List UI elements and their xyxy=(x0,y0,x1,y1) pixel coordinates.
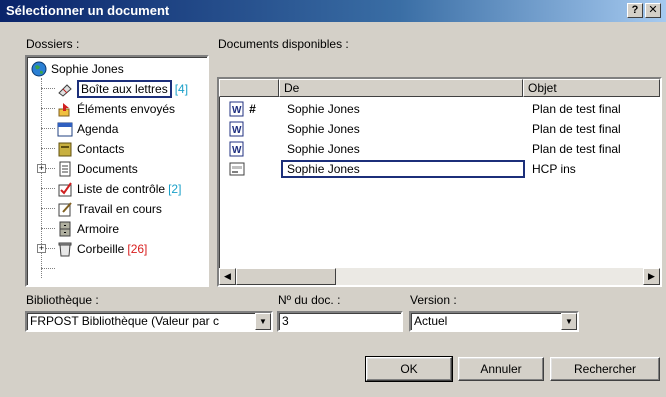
version-select[interactable]: Actuel ▼ xyxy=(409,311,579,332)
column-icon-header[interactable] xyxy=(219,79,279,97)
expand-armoire-toggle[interactable]: + xyxy=(37,244,46,253)
unread-count: [4] xyxy=(174,82,189,96)
contacts-icon xyxy=(57,141,73,157)
scroll-right-button[interactable]: ▶ xyxy=(643,268,660,285)
item-count: [2] xyxy=(168,182,182,196)
svg-text:W: W xyxy=(232,125,242,136)
documents-label: Documents disponibles : xyxy=(218,37,349,51)
document-subject: Plan de test final xyxy=(532,142,621,156)
mailbox-icon xyxy=(57,81,73,97)
library-label: Bibliothèque : xyxy=(26,293,99,307)
tree-item-documents[interactable]: Documents xyxy=(57,159,138,179)
document-row[interactable]: W Sophie Jones Plan de test final xyxy=(219,139,660,159)
docnum-value: 3 xyxy=(282,314,289,328)
tree-item-label: Liste de contrôle xyxy=(77,182,166,196)
document-from: Sophie Jones xyxy=(287,122,360,136)
chevron-down-icon[interactable]: ▼ xyxy=(255,313,271,330)
documents-list[interactable]: De Objet W # Sophie Jones Plan de test f… xyxy=(217,77,662,287)
docnum-label: Nº du doc. : xyxy=(278,293,341,307)
globe-icon xyxy=(31,61,47,77)
tree-item-label: Boîte aux lettres xyxy=(77,80,172,98)
column-subject-header[interactable]: Objet xyxy=(523,79,660,97)
form-document-icon xyxy=(229,162,245,176)
word-document-icon: W xyxy=(229,141,244,157)
scroll-thumb[interactable] xyxy=(236,268,336,285)
ok-button[interactable]: OK xyxy=(365,356,453,382)
tree-item-label: Documents xyxy=(77,162,138,176)
document-subject: Plan de test final xyxy=(532,122,621,136)
library-select[interactable]: FRPOST Bibliothèque (Valeur par c ▼ xyxy=(25,311,273,332)
document-row[interactable]: Sophie Jones HCP ins xyxy=(219,159,660,179)
document-from: Sophie Jones xyxy=(287,162,360,176)
calendar-icon xyxy=(57,121,73,137)
tree-item-cabinet[interactable]: Armoire xyxy=(57,219,119,239)
document-row[interactable]: W # Sophie Jones Plan de test final xyxy=(219,99,660,119)
cancel-button[interactable]: Annuler xyxy=(458,357,544,381)
trash-icon xyxy=(57,241,73,257)
work-in-progress-icon xyxy=(57,201,73,217)
help-button[interactable]: ? xyxy=(627,3,643,18)
scroll-left-button[interactable]: ◀ xyxy=(219,268,236,285)
document-from: Sophie Jones xyxy=(287,102,360,116)
title-bar: Sélectionner un document ? ✕ xyxy=(0,0,666,22)
documents-icon xyxy=(57,161,73,177)
tree-item-sent-items[interactable]: Éléments envoyés xyxy=(57,99,175,119)
tree-item-label: Corbeille xyxy=(77,242,125,256)
document-subject: HCP ins xyxy=(532,162,576,176)
expand-documents-toggle[interactable]: + xyxy=(37,164,46,173)
word-document-icon: W xyxy=(229,121,244,137)
docnum-input[interactable]: 3 xyxy=(277,311,403,332)
folders-label: Dossiers : xyxy=(26,37,80,51)
library-value: FRPOST Bibliothèque (Valeur par c xyxy=(30,314,219,328)
document-from: Sophie Jones xyxy=(287,142,360,156)
window-title: Sélectionner un document xyxy=(6,3,170,18)
chevron-down-icon[interactable]: ▼ xyxy=(561,313,577,330)
tree-item-work-in-progress[interactable]: Travail en cours xyxy=(57,199,162,219)
tree-item-contacts[interactable]: Contacts xyxy=(57,139,124,159)
svg-text:W: W xyxy=(232,145,242,156)
tree-item-checklist[interactable]: Liste de contrôle [2] xyxy=(57,179,181,199)
version-value: Actuel xyxy=(414,314,448,328)
version-label: Version : xyxy=(410,293,457,307)
word-document-icon: W xyxy=(229,101,244,117)
horizontal-scrollbar[interactable]: ◀ ▶ xyxy=(219,268,660,285)
document-row[interactable]: W Sophie Jones Plan de test final xyxy=(219,119,660,139)
tree-item-trash[interactable]: Corbeille [26] xyxy=(57,239,147,259)
folder-tree[interactable]: + + Sophie Jones Boîte aux lettres [4] É… xyxy=(25,55,209,287)
draft-marker: # xyxy=(249,102,256,116)
tree-item-sophie-jones[interactable]: Sophie Jones xyxy=(31,59,124,79)
tree-item-label: Sophie Jones xyxy=(51,62,124,76)
item-count: [26] xyxy=(127,242,148,256)
cabinet-icon xyxy=(57,221,73,237)
tree-item-label: Travail en cours xyxy=(77,202,162,216)
tree-item-calendar[interactable]: Agenda xyxy=(57,119,118,139)
close-button[interactable]: ✕ xyxy=(645,3,661,18)
search-button[interactable]: Rechercher xyxy=(550,357,660,381)
tree-item-mailbox[interactable]: Boîte aux lettres [4] xyxy=(57,79,188,99)
checklist-icon xyxy=(57,181,73,197)
document-subject: Plan de test final xyxy=(532,102,621,116)
tree-item-label: Agenda xyxy=(77,122,119,136)
column-from-header[interactable]: De xyxy=(279,79,523,97)
tree-item-label: Éléments envoyés xyxy=(77,102,176,116)
sent-items-icon xyxy=(57,101,73,117)
svg-text:W: W xyxy=(232,105,242,116)
tree-item-label: Contacts xyxy=(77,142,125,156)
tree-item-label: Armoire xyxy=(77,222,120,236)
